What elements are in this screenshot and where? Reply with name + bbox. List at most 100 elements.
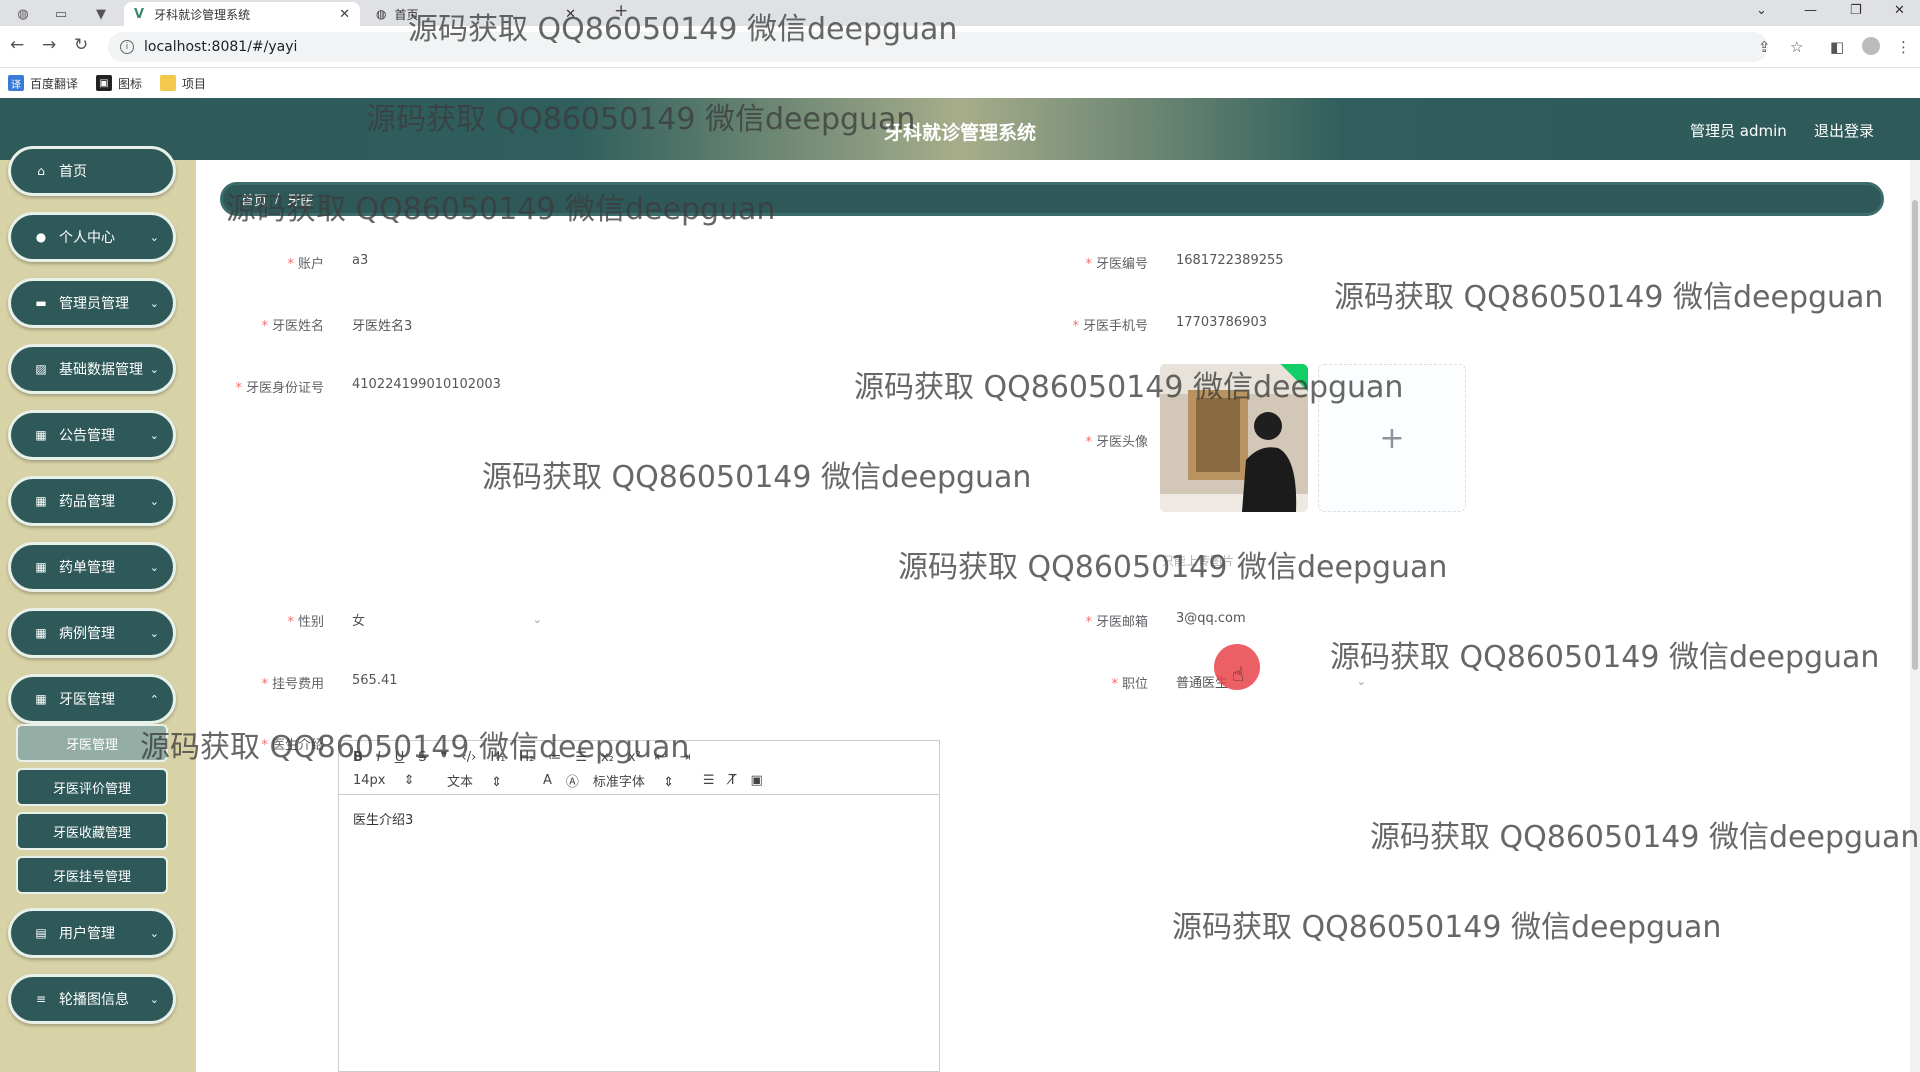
rich-text-editor[interactable]: B I U S ❞ ‹/› H₁ H₂ ≔ ☰ x₂ x² ⇤ ⇥ 14px ⇕… [338, 740, 940, 1072]
sidebar-item-label: 病例管理 [59, 626, 115, 642]
fee-field[interactable]: 565.41 [352, 673, 398, 688]
profile-avatar-icon[interactable] [1862, 37, 1880, 55]
bookmark-label: 百度翻译 [30, 76, 79, 91]
font-color-icon[interactable]: A [543, 773, 552, 788]
sidebar-item-home[interactable]: ⌂ 首页 [8, 146, 176, 196]
sidebar-item-label: 药单管理 [59, 560, 115, 576]
chevron-down-icon: ⌄ [149, 926, 159, 940]
grid-icon: ▦ [35, 626, 47, 640]
submenu-dentist-registrations[interactable]: 牙医挂号管理 [16, 856, 168, 894]
monitor-icon: ▬ [35, 296, 47, 310]
forward-icon[interactable]: → [42, 35, 56, 55]
reload-icon[interactable]: ↻ [74, 35, 88, 55]
watermark: 源码获取 QQ86050149 微信deepguan [366, 102, 916, 137]
page-scrollbar[interactable] [1910, 160, 1920, 1072]
sidebar-item-prescriptions[interactable]: ▦ 药单管理 ⌄ [8, 542, 176, 592]
sidebar-item-label: 牙医管理 [59, 692, 115, 708]
menu-dots-icon[interactable]: ⋮ [1896, 38, 1911, 56]
sidepanel-icon[interactable]: ◧ [1830, 38, 1844, 56]
browser-tab-active[interactable]: V 牙科就诊管理系统 ✕ [124, 2, 360, 26]
chevron-down-icon: ⌄ [149, 230, 159, 244]
sidebar-item-basic-data[interactable]: ▨ 基础数据管理 ⌄ [8, 344, 176, 394]
address-bar: ← → ↻ i localhost:8081/#/yayi ⇪ ☆ ◧ ⋮ [0, 26, 1920, 68]
tab-vue-icon[interactable]: ▼ [84, 2, 118, 26]
sidebar-item-dentists[interactable]: ▦ 牙医管理 ⌃ [8, 674, 176, 724]
tab-globe-icon[interactable]: ◍ [6, 2, 40, 26]
tab-close-icon[interactable]: ✕ [339, 7, 350, 22]
avatar-label: * 牙医头像 [1085, 435, 1148, 450]
hand-cursor-icon: ☝ [1232, 662, 1245, 686]
bookmark-label: 项目 [182, 76, 207, 91]
paragraph-select[interactable]: 文本 ⇕ [447, 771, 529, 790]
sidebar-item-medicines[interactable]: ▦ 药品管理 ⌄ [8, 476, 176, 526]
submenu-dentist-favorites[interactable]: 牙医收藏管理 [16, 812, 168, 850]
sidebar-item-carousel[interactable]: ≡ 轮播图信息 ⌄ [8, 974, 176, 1024]
watermark: 源码获取 QQ86050149 微信deepguan [482, 460, 1032, 495]
sidebar-item-label: 药品管理 [59, 494, 115, 510]
globe-icon: ◍ [376, 7, 387, 21]
chevron-down-icon: ⌄ [149, 494, 159, 508]
clear-format-icon[interactable]: T̸ [729, 773, 737, 788]
name-field[interactable]: 牙医姓名3 [352, 315, 412, 334]
app-title: 牙科就诊管理系统 [883, 122, 1036, 144]
restore-icon[interactable]: ❐ [1850, 3, 1862, 18]
idcard-label: * 牙医身份证号 [235, 381, 324, 396]
bookmark-item[interactable]: ▣ 图标 [96, 75, 142, 92]
watermark: 源码获取 QQ86050149 微信deepguan [226, 192, 776, 227]
share-icon[interactable]: ⇪ [1758, 38, 1771, 56]
sidebar-item-notices[interactable]: ▦ 公告管理 ⌄ [8, 410, 176, 460]
account-field[interactable]: a3 [352, 253, 368, 268]
watermark: 源码获取 QQ86050149 微信deepguan [140, 730, 690, 765]
info-icon[interactable]: i [120, 40, 134, 54]
bookmark-item[interactable]: 项目 [160, 75, 206, 92]
bg-color-icon[interactable]: Ⓐ [566, 771, 579, 790]
chevron-down-icon: ⌄ [149, 428, 159, 442]
scrollbar-thumb[interactable] [1912, 200, 1918, 670]
align-icon[interactable]: ☰ [703, 773, 715, 788]
dentist-no-field[interactable]: 1681722389255 [1176, 253, 1284, 268]
sidebar-item-users[interactable]: ▤ 用户管理 ⌄ [8, 908, 176, 958]
watermark: 源码获取 QQ86050149 微信deepguan [1370, 820, 1920, 855]
sidebar-item-profile[interactable]: ● 个人中心 ⌄ [8, 212, 176, 262]
image-icon[interactable]: ▣ [751, 773, 763, 788]
fee-label: * 挂号费用 [261, 677, 324, 692]
email-field[interactable]: 3@qq.com [1176, 611, 1246, 626]
tab-search-icon[interactable]: ⌄ [1756, 3, 1767, 18]
current-user: 管理员 admin [1690, 122, 1787, 140]
watermark: 源码获取 QQ86050149 微信deepguan [854, 370, 1404, 405]
phone-field[interactable]: 17703786903 [1176, 315, 1267, 330]
bookmark-item[interactable]: 译 百度翻译 [8, 75, 78, 92]
idcard-field[interactable]: 410224199010102003 [352, 377, 501, 392]
minimize-icon[interactable]: — [1804, 3, 1817, 18]
translate-icon: 译 [8, 75, 24, 91]
chevron-down-icon: ⌄ [149, 560, 159, 574]
logout-link[interactable]: 退出登录 [1814, 120, 1874, 141]
watermark: 源码获取 QQ86050149 微信deepguan [408, 12, 958, 47]
folder-icon [160, 75, 177, 91]
vue-logo-icon: V [134, 6, 145, 22]
submenu-dentist-reviews[interactable]: 牙医评价管理 [16, 768, 168, 806]
sidebar-item-admins[interactable]: ▬ 管理员管理 ⌄ [8, 278, 176, 328]
font-size-select[interactable]: 14px ⇕ [353, 773, 433, 788]
chevron-down-icon: ⌄ [149, 992, 159, 1006]
close-window-icon[interactable]: ✕ [1894, 3, 1905, 18]
font-family-select[interactable]: 标准字体 ⇕ [593, 771, 689, 790]
chevron-down-icon: ⌄ [149, 362, 159, 376]
chevron-up-icon: ⌃ [149, 692, 159, 706]
back-icon[interactable]: ← [10, 35, 24, 55]
editor-content[interactable]: 医生介绍3 [339, 795, 939, 842]
list-icon: ≡ [35, 992, 47, 1006]
sidebar-item-cases[interactable]: ▦ 病例管理 ⌄ [8, 608, 176, 658]
star-icon[interactable]: ☆ [1790, 38, 1803, 56]
picture-icon: ▣ [96, 75, 113, 91]
bookmark-label: 图标 [118, 76, 143, 91]
watermark: 源码获取 QQ86050149 微信deepguan [1172, 910, 1722, 945]
position-label: * 职位 [1111, 677, 1148, 692]
gender-label: * 性别 [287, 615, 324, 630]
sidebar-item-label: 用户管理 [59, 926, 115, 942]
sidebar-item-label: 基础数据管理 [59, 362, 143, 378]
gender-select[interactable]: 女 ⌄ [352, 604, 542, 634]
tab-blank-icon[interactable]: ▭ [44, 2, 78, 26]
grid-icon: ▦ [35, 428, 47, 442]
chart-icon: ▨ [35, 362, 47, 376]
